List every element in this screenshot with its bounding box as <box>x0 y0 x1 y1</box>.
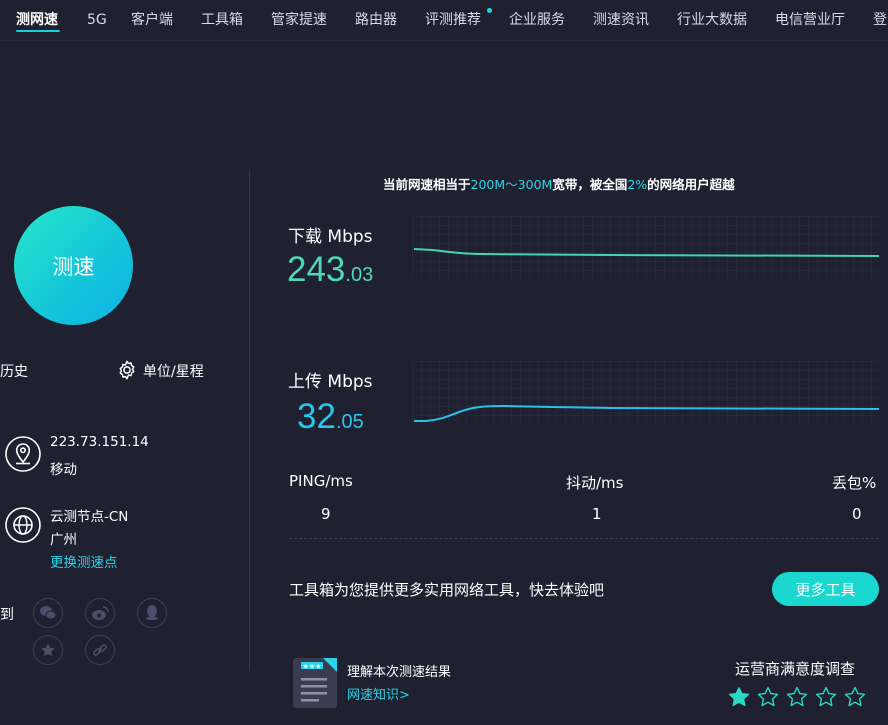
more-tools-button[interactable]: 更多工具 <box>772 572 879 606</box>
isp-name: 移动 <box>50 462 77 478</box>
stats-divider <box>289 538 879 539</box>
panel-divider <box>249 171 250 671</box>
nav-item-toolbox[interactable]: 工具箱 <box>201 11 243 29</box>
knowledge-link[interactable]: 网速知识> <box>347 684 410 703</box>
upload-speed-int: 32 <box>297 397 336 436</box>
nav-item-reviews[interactable]: 评测推荐 <box>425 11 481 29</box>
star-icon[interactable] <box>814 685 838 709</box>
ping-value: 9 <box>321 505 331 523</box>
units-setting-link[interactable]: 单位/星程 <box>143 361 204 381</box>
link-icon[interactable] <box>85 635 115 665</box>
loss-label: 丢包% <box>832 474 877 492</box>
wechat-icon[interactable] <box>33 598 63 628</box>
test-node-city: 广州 <box>50 532 77 548</box>
ip-address: 223.73.151.14 <box>50 434 149 450</box>
nav-new-dot <box>487 8 492 13</box>
loss-value: 0 <box>852 505 862 523</box>
history-link[interactable]: 历史 <box>0 361 28 381</box>
jitter-value: 1 <box>592 505 602 523</box>
globe-icon <box>5 507 41 543</box>
nav-item-telecom-hall[interactable]: 电信营业厅 <box>775 11 845 29</box>
share-label: 到 <box>0 607 14 623</box>
download-speed-int: 243 <box>287 250 346 289</box>
download-speed: 243.03 <box>287 250 373 290</box>
nav-item-login[interactable]: 登 <box>873 11 887 29</box>
nav-item-bigdata[interactable]: 行业大数据 <box>677 11 747 29</box>
nav-item-speedtest[interactable]: 测网速 <box>16 11 58 29</box>
toolbox-promo-text: 工具箱为您提供更多实用网络工具，快去体验吧 <box>289 581 605 599</box>
change-node-link[interactable]: 更换测速点 <box>50 551 118 571</box>
nav-item-news[interactable]: 测速资讯 <box>593 11 649 29</box>
download-speed-dec: .03 <box>345 264 374 286</box>
headline-prefix: 当前网速相当于 <box>383 177 471 192</box>
upload-chart <box>412 361 879 423</box>
speed-comparison-headline: 当前网速相当于200M～300M宽带，被全国2%的网络用户超越 <box>383 174 735 193</box>
star-icon[interactable] <box>727 685 751 709</box>
nav-item-5g[interactable]: 5G <box>87 11 107 29</box>
headline-suffix: 的网络用户超越 <box>647 177 735 192</box>
rating-stars <box>727 685 867 709</box>
star-icon[interactable] <box>756 685 780 709</box>
nav-active-underline <box>16 30 60 32</box>
location-icon <box>5 436 41 472</box>
svg-text:★★★: ★★★ <box>303 663 322 671</box>
knowledge-title: 理解本次测速结果 <box>347 665 452 680</box>
nav-item-enterprise[interactable]: 企业服务 <box>509 11 565 29</box>
star-icon[interactable] <box>843 685 867 709</box>
survey-title: 运营商满意度调查 <box>735 660 856 678</box>
download-chart <box>412 216 879 278</box>
nav-item-boost[interactable]: 管家提速 <box>271 11 327 29</box>
upload-speed-dec: .05 <box>335 411 364 433</box>
star-icon[interactable] <box>785 685 809 709</box>
weibo-icon[interactable] <box>85 598 115 628</box>
upload-speed: 32.05 <box>297 397 364 437</box>
top-nav: 测网速 5G 客户端 工具箱 管家提速 路由器 评测推荐 企业服务 测速资讯 行… <box>0 0 888 41</box>
gear-icon[interactable] <box>116 359 138 381</box>
ping-label: PING/ms <box>289 472 353 490</box>
star-badge-icon[interactable] <box>33 635 63 665</box>
nav-item-router[interactable]: 路由器 <box>355 11 397 29</box>
headline-mid: 宽带，被全国 <box>552 177 628 192</box>
jitter-label: 抖动/ms <box>566 474 624 492</box>
nav-item-client[interactable]: 客户端 <box>131 11 173 29</box>
download-label: 下载 Mbps <box>288 227 373 247</box>
qq-icon[interactable] <box>137 598 167 628</box>
upload-label: 上传 Mbps <box>288 372 373 392</box>
headline-percent: 2% <box>627 177 648 192</box>
headline-range: 200M～300M <box>470 177 553 192</box>
start-speedtest-button[interactable]: 测速 <box>14 206 133 325</box>
document-icon: ★★★ <box>293 658 337 708</box>
test-node-name: 云测节点-CN <box>50 509 129 525</box>
